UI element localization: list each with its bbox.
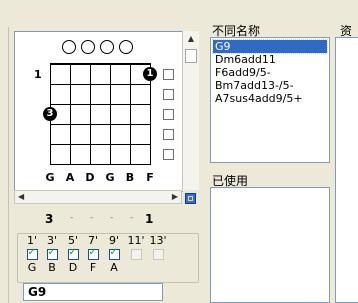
interval-checkbox[interactable]: [67, 247, 79, 260]
string-label: F: [146, 171, 154, 184]
string-label: D: [85, 171, 95, 184]
string-line: [90, 63, 91, 165]
separator: -: [70, 213, 74, 223]
interval-checkbox[interactable]: [108, 247, 120, 260]
interval-label: 11': [127, 234, 145, 247]
list-item[interactable]: G9: [212, 39, 328, 54]
open-string-circle: [62, 40, 76, 54]
interval-label: 5': [67, 234, 79, 247]
separator: -: [130, 213, 134, 223]
open-string-circle: [81, 40, 95, 54]
interval-note: G: [27, 261, 37, 274]
nut-line: [50, 63, 150, 65]
interval-checkbox[interactable]: [46, 247, 58, 260]
interval-column: 13': [148, 234, 168, 275]
interval-note: D: [68, 261, 78, 274]
interval-note: A: [110, 261, 118, 274]
interval-column: 7' F: [83, 234, 103, 275]
fret-to-value: 1: [145, 212, 154, 226]
fret-line: [50, 144, 150, 145]
list-item[interactable]: F6add9/5-: [213, 66, 327, 79]
start-fret-label: 1: [34, 68, 42, 81]
interval-note: [148, 261, 168, 275]
interval-column: 11': [126, 234, 146, 275]
scroll-right-arrow-icon[interactable]: ▶: [172, 191, 178, 203]
interval-note: [126, 261, 146, 275]
interval-column: 1' G: [22, 234, 42, 275]
fret-line: [50, 164, 150, 165]
string-label: G: [105, 171, 115, 184]
finger-marker[interactable]: 1: [143, 67, 157, 81]
interval-checkbox[interactable]: [87, 247, 99, 260]
chord-names-list[interactable]: G9 Dm6add11 F6add9/5- Bm7add13-/5- A7sus…: [210, 37, 330, 163]
string-line: [130, 63, 131, 165]
interval-checkbox[interactable]: [26, 247, 38, 260]
separator: -: [110, 213, 114, 223]
left-panel-edge: [0, 27, 9, 303]
string-label: G: [45, 171, 55, 184]
interval-checkbox[interactable]: [130, 249, 142, 260]
fret-checkbox[interactable]: [163, 109, 174, 120]
interval-label: 13': [149, 234, 167, 247]
list-item[interactable]: Bm7add13-/5-: [213, 79, 327, 92]
interval-column: 5' D: [63, 234, 83, 275]
interval-checkbox[interactable]: [152, 249, 164, 260]
fret-from-value: 3: [45, 212, 54, 226]
list-item[interactable]: A7sus4add9/5+: [213, 92, 327, 105]
fret-checkbox[interactable]: [163, 149, 174, 160]
interval-label: 7': [87, 234, 99, 247]
fret-checkbox[interactable]: [163, 69, 174, 80]
fret-checkbox[interactable]: [163, 129, 174, 140]
resource-panel[interactable]: [335, 37, 358, 303]
interval-note: B: [48, 261, 56, 274]
interval-column: 3' B: [42, 234, 62, 275]
scrollbar-thumb[interactable]: [185, 49, 197, 63]
finger-marker[interactable]: 3: [43, 107, 57, 121]
scroll-left-arrow-icon[interactable]: ◀: [18, 191, 24, 203]
used-chords-list[interactable]: [210, 187, 330, 303]
string-label: B: [125, 171, 135, 184]
interval-note: F: [89, 261, 97, 274]
string-line: [70, 63, 71, 165]
interval-label: 9': [108, 234, 120, 247]
interval-label: 1': [26, 234, 38, 247]
fret-line: [50, 104, 150, 105]
scroll-up-arrow-icon[interactable]: ▲: [185, 33, 197, 45]
diagram-horizontal-scrollbar[interactable]: ◀ ▶: [14, 190, 182, 204]
open-string-circle: [100, 40, 114, 54]
interval-selector: 1' G 3' B 5' D 7' F 9' A 11' 13': [17, 233, 199, 283]
chord-diagram-panel: 1 1 3 G A D G B F: [14, 31, 183, 192]
sync-icon[interactable]: [185, 193, 196, 204]
fret-line: [50, 84, 150, 85]
fret-checkbox[interactable]: [163, 89, 174, 100]
diagram-vertical-scrollbar[interactable]: ▲: [182, 31, 199, 190]
fret-position-readout: 3 - - - - 1: [14, 209, 199, 229]
list-item[interactable]: Dm6add11: [213, 53, 327, 66]
separator: -: [90, 213, 94, 223]
string-label: A: [65, 171, 75, 184]
interval-column: 9' A: [104, 234, 124, 275]
interval-label: 3': [46, 234, 58, 247]
open-string-circle: [119, 40, 133, 54]
fret-line: [50, 124, 150, 125]
string-line: [110, 63, 111, 165]
chord-name-input[interactable]: G9: [23, 283, 163, 301]
